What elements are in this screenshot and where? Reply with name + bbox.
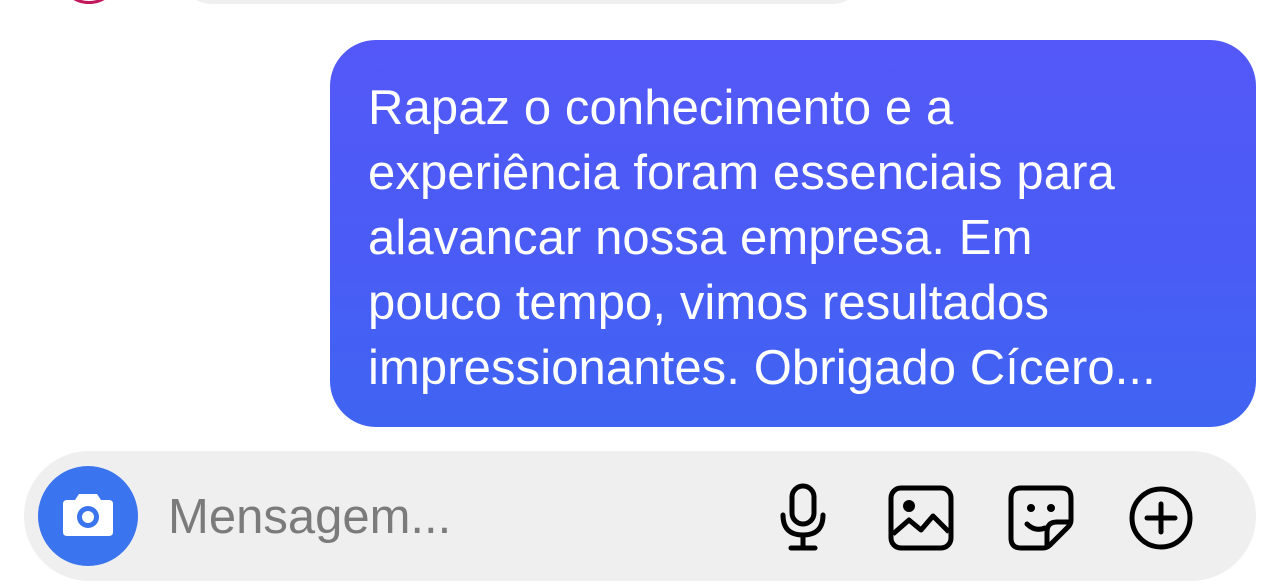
chat-screen: Rapaz o conhecimento e a experiência for…	[0, 0, 1280, 588]
incoming-message-bubble[interactable]	[180, 0, 864, 4]
image-icon	[887, 484, 955, 552]
message-input[interactable]	[168, 485, 728, 549]
gallery-button[interactable]	[886, 483, 956, 553]
outgoing-message-bubble[interactable]: Rapaz o conhecimento e a experiência for…	[330, 40, 1256, 427]
sticker-button[interactable]	[1006, 483, 1076, 553]
more-options-button[interactable]	[1126, 483, 1196, 553]
voice-message-button[interactable]	[768, 483, 838, 553]
sticker-icon	[1007, 484, 1075, 552]
message-text: Rapaz o conhecimento e a experiência for…	[368, 81, 1156, 395]
message-composer	[24, 451, 1256, 581]
camera-button[interactable]	[38, 466, 138, 566]
camera-icon	[60, 490, 116, 543]
plus-circle-icon	[1127, 484, 1195, 552]
microphone-icon	[773, 483, 833, 553]
contact-avatar[interactable]	[62, 0, 116, 4]
